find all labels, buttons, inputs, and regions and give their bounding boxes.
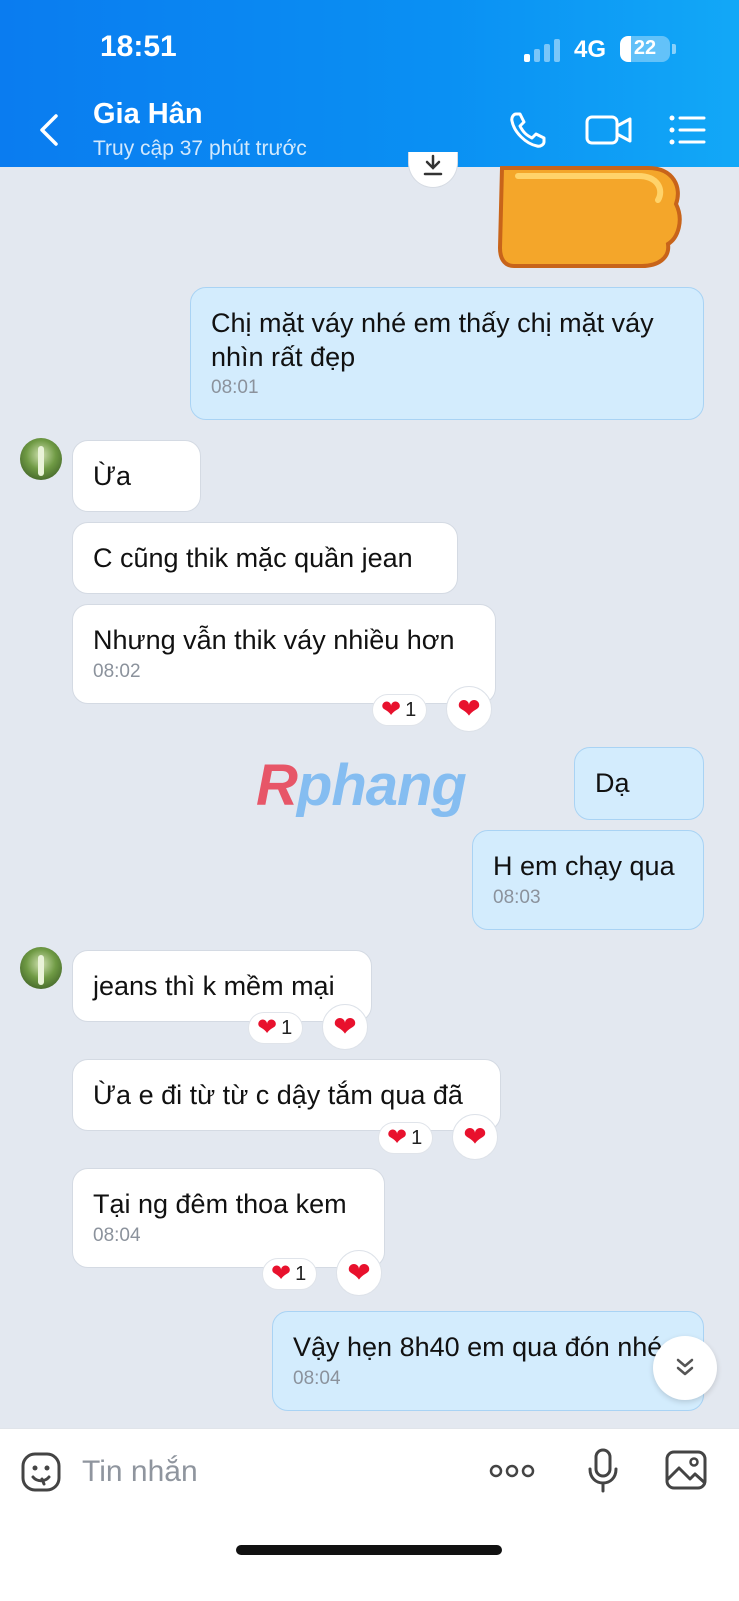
message-text: Ừa <box>93 461 132 491</box>
message-bubble-incoming[interactable]: Ừa e đi từ từ c dậy tắm qua đã <box>72 1059 501 1131</box>
watermark-logo: Rphang <box>256 753 467 818</box>
heart-icon: ❤ <box>387 1124 408 1151</box>
reaction-summary[interactable]: ❤ 1 <box>372 694 428 726</box>
message-time: 08:04 <box>293 1368 341 1389</box>
contact-avatar[interactable] <box>20 438 62 480</box>
emoji-sticker-icon[interactable] <box>20 1451 62 1493</box>
reaction-summary[interactable]: ❤ 1 <box>248 1012 304 1044</box>
heart-icon: ❤ <box>381 696 402 723</box>
heart-reaction-button[interactable]: ❤ <box>336 1250 382 1296</box>
message-input[interactable]: Tin nhắn <box>82 1455 198 1489</box>
message-text: Vậy hẹn 8h40 em qua đón nhé <box>293 1332 663 1362</box>
thumbs-up-sticker[interactable] <box>498 160 682 268</box>
reaction-count: 1 <box>411 1126 423 1149</box>
message-text: Nhưng vẫn thik váy nhiều hơn <box>93 625 455 655</box>
heart-reaction-button[interactable]: ❤ <box>446 686 492 732</box>
phone-call-icon[interactable] <box>506 108 550 152</box>
message-bubble-outgoing[interactable]: Dạ <box>574 747 704 820</box>
image-gallery-icon[interactable] <box>664 1449 708 1491</box>
message-bubble-incoming[interactable]: C cũng thik mặc quần jean <box>72 522 458 594</box>
reaction-count: 1 <box>295 1262 307 1285</box>
status-time: 18:51 <box>100 30 177 63</box>
heart-icon: ❤ <box>457 693 481 724</box>
reaction-count: 1 <box>405 698 417 721</box>
message-bubble-outgoing[interactable]: H em chạy qua 08:03 <box>472 830 704 930</box>
menu-list-icon[interactable] <box>666 108 710 152</box>
message-bubble-outgoing[interactable]: Vậy hẹn 8h40 em qua đón nhé 08:04 <box>272 1311 704 1411</box>
battery-icon: 22 <box>620 36 670 62</box>
message-text: Ừa e đi từ từ c dậy tắm qua đã <box>93 1080 463 1110</box>
message-time: 08:03 <box>493 887 541 908</box>
message-composer: Tin nhắn <box>0 1428 739 1601</box>
heart-reaction-button[interactable]: ❤ <box>452 1114 498 1160</box>
reaction-summary[interactable]: ❤ 1 <box>262 1258 318 1290</box>
download-button[interactable] <box>408 152 458 188</box>
heart-icon: ❤ <box>257 1014 278 1041</box>
reaction-count: 1 <box>281 1016 293 1039</box>
message-text: jeans thì k mềm mại <box>93 971 335 1001</box>
message-bubble-incoming[interactable]: Ừa <box>72 440 201 512</box>
reaction-summary[interactable]: ❤ 1 <box>378 1122 434 1154</box>
heart-icon: ❤ <box>271 1260 292 1287</box>
message-text: H em chạy qua <box>493 851 675 881</box>
message-time: 08:04 <box>93 1225 141 1246</box>
message-bubble-outgoing[interactable]: Chị mặt váy nhé em thấy chị mặt váy nhìn… <box>190 287 704 420</box>
last-seen-status: Truy cập 37 phút trước <box>93 137 307 160</box>
heart-icon: ❤ <box>333 1011 357 1042</box>
back-icon[interactable] <box>34 110 64 150</box>
message-text: Chị mặt váy nhé em thấy chị mặt váy nhìn… <box>211 308 654 372</box>
heart-icon: ❤ <box>347 1257 371 1288</box>
heart-icon: ❤ <box>463 1121 487 1152</box>
battery-level: 22 <box>633 37 657 59</box>
contact-avatar[interactable] <box>20 947 62 989</box>
message-bubble-incoming[interactable]: Tại ng đêm thoa kem 08:04 <box>72 1168 385 1268</box>
message-text: Tại ng đêm thoa kem <box>93 1189 347 1219</box>
contact-name[interactable]: Gia Hân <box>93 98 203 131</box>
video-call-icon[interactable] <box>584 108 634 152</box>
signal-icon <box>524 38 564 62</box>
message-text: Dạ <box>595 768 630 798</box>
message-time: 08:01 <box>211 377 259 398</box>
network-type: 4G <box>574 36 607 63</box>
double-chevron-down-icon <box>676 1358 694 1376</box>
microphone-icon[interactable] <box>586 1447 620 1493</box>
heart-reaction-button[interactable]: ❤ <box>322 1004 368 1050</box>
chat-header: 18:51 4G 22 Gia Hân Truy cập 37 phút trư… <box>0 0 739 167</box>
message-bubble-incoming[interactable]: Nhưng vẫn thik váy nhiều hơn 08:02 <box>72 604 496 704</box>
message-time: 08:02 <box>93 661 141 682</box>
more-options-icon[interactable] <box>488 1459 536 1483</box>
message-text: C cũng thik mặc quần jean <box>93 543 413 573</box>
home-indicator <box>236 1545 502 1555</box>
scroll-to-bottom-button[interactable] <box>653 1336 717 1400</box>
